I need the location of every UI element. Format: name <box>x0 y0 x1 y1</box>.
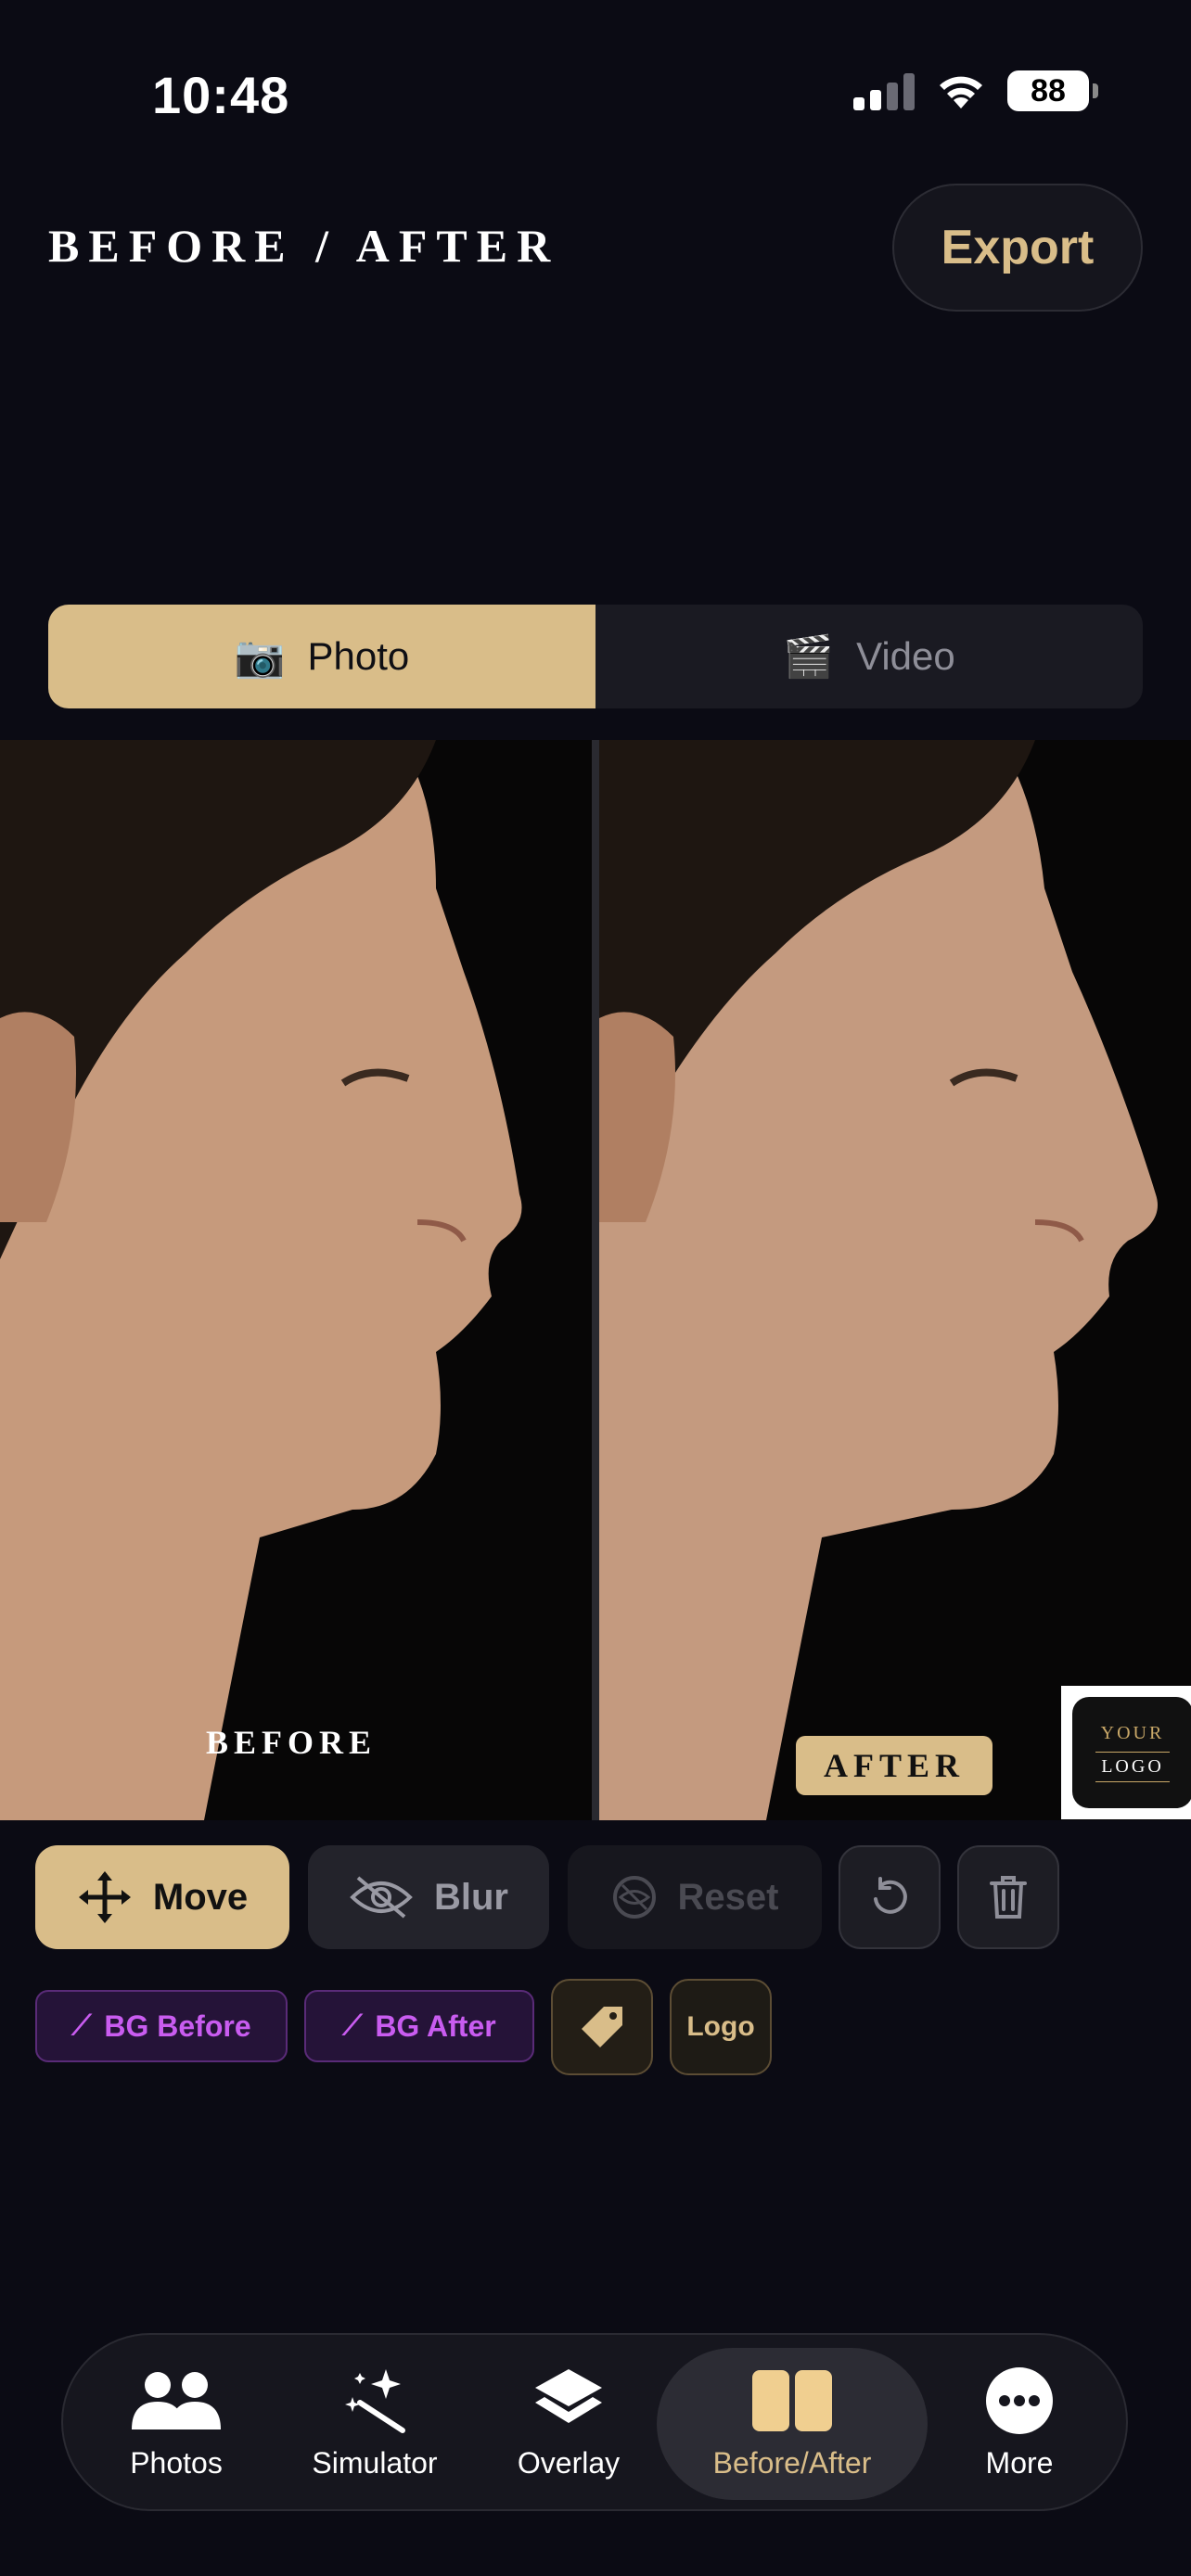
bg-after-button[interactable]: ⟋ BG After <box>304 1990 534 2062</box>
before-label: BEFORE <box>206 1724 378 1761</box>
split-divider[interactable] <box>592 740 599 1820</box>
logo-badge: YOUR LOGO <box>1072 1697 1191 1808</box>
tab-photo[interactable]: 📷 Photo <box>48 605 596 708</box>
nav-photos[interactable]: Photos <box>83 2335 269 2513</box>
after-photo[interactable] <box>599 740 1191 1820</box>
undo-icon <box>874 1877 907 1914</box>
bg-before-button[interactable]: ⟋ BG Before <box>35 1990 288 2062</box>
nav-overlay[interactable]: Overlay <box>480 2335 657 2513</box>
reset-eye-icon <box>612 1876 656 1919</box>
mode-segmented-control: 📷 Photo 🎬 Video <box>48 605 1143 708</box>
nav-more-label: More <box>985 2445 1054 2480</box>
move-arrows-icon <box>78 1871 131 1923</box>
logo-main-text: LOGO <box>1095 1752 1170 1782</box>
camera-icon: 📷 <box>234 634 286 680</box>
move-button[interactable]: Move <box>35 1845 289 1949</box>
tab-video-label: Video <box>856 634 955 678</box>
comparison-canvas[interactable]: BEFORE <box>0 740 1191 1820</box>
bottom-tab-bar: Photos Simulator Overlay Before/After Mo… <box>61 2333 1128 2511</box>
cellular-signal-icon <box>853 71 915 110</box>
status-icons: 88 <box>853 70 1098 111</box>
blur-label: Blur <box>434 1876 508 1918</box>
before-face-image <box>0 740 592 1820</box>
logo-top-text: YOUR <box>1100 1723 1165 1743</box>
nav-photos-label: Photos <box>130 2445 223 2480</box>
blur-button[interactable]: Blur <box>308 1845 549 1949</box>
reset-button[interactable]: Reset <box>568 1845 822 1949</box>
logo-button[interactable]: Logo <box>670 1979 772 2075</box>
nav-before-after-label: Before/After <box>712 2445 872 2480</box>
bg-after-label: BG After <box>375 2009 496 2043</box>
tag-icon <box>582 2007 622 2047</box>
status-time: 10:48 <box>152 66 290 124</box>
nav-more[interactable]: More <box>931 2335 1108 2513</box>
after-face-image <box>599 740 1191 1820</box>
magic-wand-icon <box>339 2368 410 2433</box>
after-label: AFTER <box>796 1736 992 1795</box>
page-title: BEFORE / AFTER <box>48 220 560 272</box>
battery-indicator: 88 <box>1007 70 1098 111</box>
nav-simulator-label: Simulator <box>312 2445 438 2480</box>
before-photo[interactable] <box>0 740 592 1820</box>
magic-wand-icon: ⟋ <box>342 2010 363 2041</box>
trash-icon <box>990 1876 1027 1919</box>
nav-before-after[interactable]: Before/After <box>657 2348 928 2500</box>
wifi-icon <box>940 76 982 108</box>
layers-icon <box>531 2368 606 2433</box>
tab-photo-label: Photo <box>307 634 410 678</box>
nav-overlay-label: Overlay <box>517 2445 621 2480</box>
more-icon <box>985 2366 1054 2434</box>
tab-video[interactable]: 🎬 Video <box>596 605 1143 708</box>
reset-label: Reset <box>677 1876 779 1918</box>
clapperboard-icon: 🎬 <box>783 634 835 680</box>
nav-simulator[interactable]: Simulator <box>282 2335 467 2513</box>
move-label: Move <box>152 1876 249 1918</box>
undo-button[interactable] <box>839 1845 941 1949</box>
eye-slash-icon <box>350 1876 413 1919</box>
watermark-logo[interactable]: YOUR LOGO <box>1061 1686 1191 1819</box>
export-button[interactable]: Export <box>892 184 1143 312</box>
split-view-icon <box>752 2368 832 2433</box>
bg-before-label: BG Before <box>104 2009 251 2043</box>
people-icon <box>128 2368 224 2433</box>
delete-button[interactable] <box>957 1845 1059 1949</box>
magic-wand-icon: ⟋ <box>71 2010 92 2041</box>
label-tag-button[interactable] <box>551 1979 653 2075</box>
